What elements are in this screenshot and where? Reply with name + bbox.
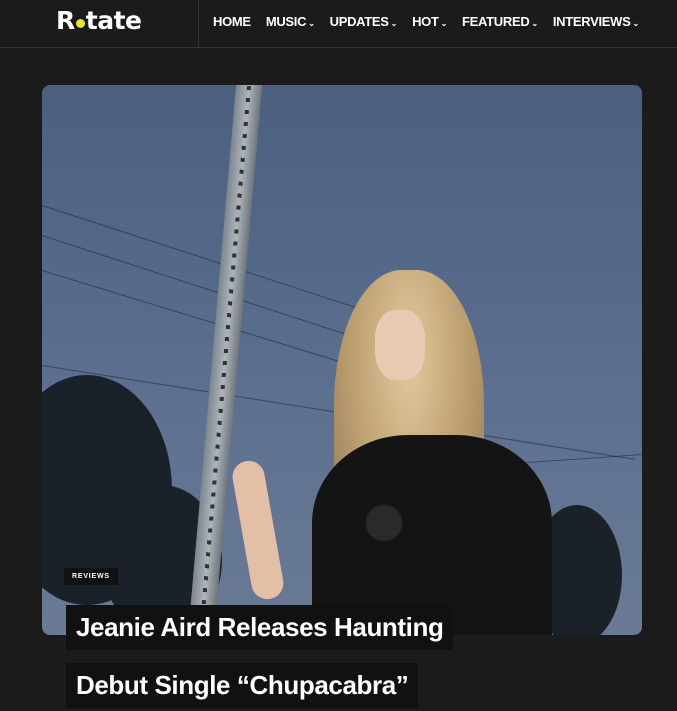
logo-text: tate bbox=[85, 6, 142, 35]
header-divider bbox=[198, 0, 199, 48]
chevron-down-icon: ⌄ bbox=[531, 19, 538, 28]
woman-arm bbox=[230, 458, 286, 602]
site-logo[interactable]: Rtate bbox=[56, 6, 142, 35]
nav-item-home[interactable]: HOME bbox=[213, 14, 251, 29]
nav-item-interviews[interactable]: INTERVIEWS ⌄ bbox=[553, 14, 639, 29]
chevron-down-icon: ⌄ bbox=[390, 19, 398, 28]
woman-face bbox=[375, 310, 425, 380]
article-title-line-1[interactable]: Jeanie Aird Releases Haunting bbox=[66, 605, 454, 650]
site-header: Rtate HOME MUSIC ⌄ UPDATES ⌄ HOT ⌄ FEATURED… bbox=[0, 0, 677, 48]
nav-item-featured[interactable]: FEATURED ⌄ bbox=[462, 14, 538, 29]
logo-dot-icon bbox=[75, 19, 85, 28]
nav-item-music[interactable]: MUSIC ⌄ bbox=[266, 14, 315, 29]
nav-item-updates[interactable]: UPDATES ⌄ bbox=[330, 14, 398, 29]
article-title-line-2[interactable]: Debut Single “Chupacabra” bbox=[66, 663, 419, 708]
logo-letter: R bbox=[56, 6, 75, 35]
category-badge[interactable]: REVIEWS bbox=[64, 568, 118, 585]
chevron-down-icon: ⌄ bbox=[308, 19, 315, 28]
featured-image[interactable] bbox=[42, 85, 642, 635]
nav-item-hot[interactable]: HOT ⌄ bbox=[412, 14, 447, 29]
chevron-down-icon: ⌄ bbox=[440, 19, 448, 28]
main-nav: HOME MUSIC ⌄ UPDATES ⌄ HOT ⌄ FEATURED ⌄ INTE… bbox=[213, 14, 654, 29]
chevron-down-icon: ⌄ bbox=[632, 19, 640, 28]
